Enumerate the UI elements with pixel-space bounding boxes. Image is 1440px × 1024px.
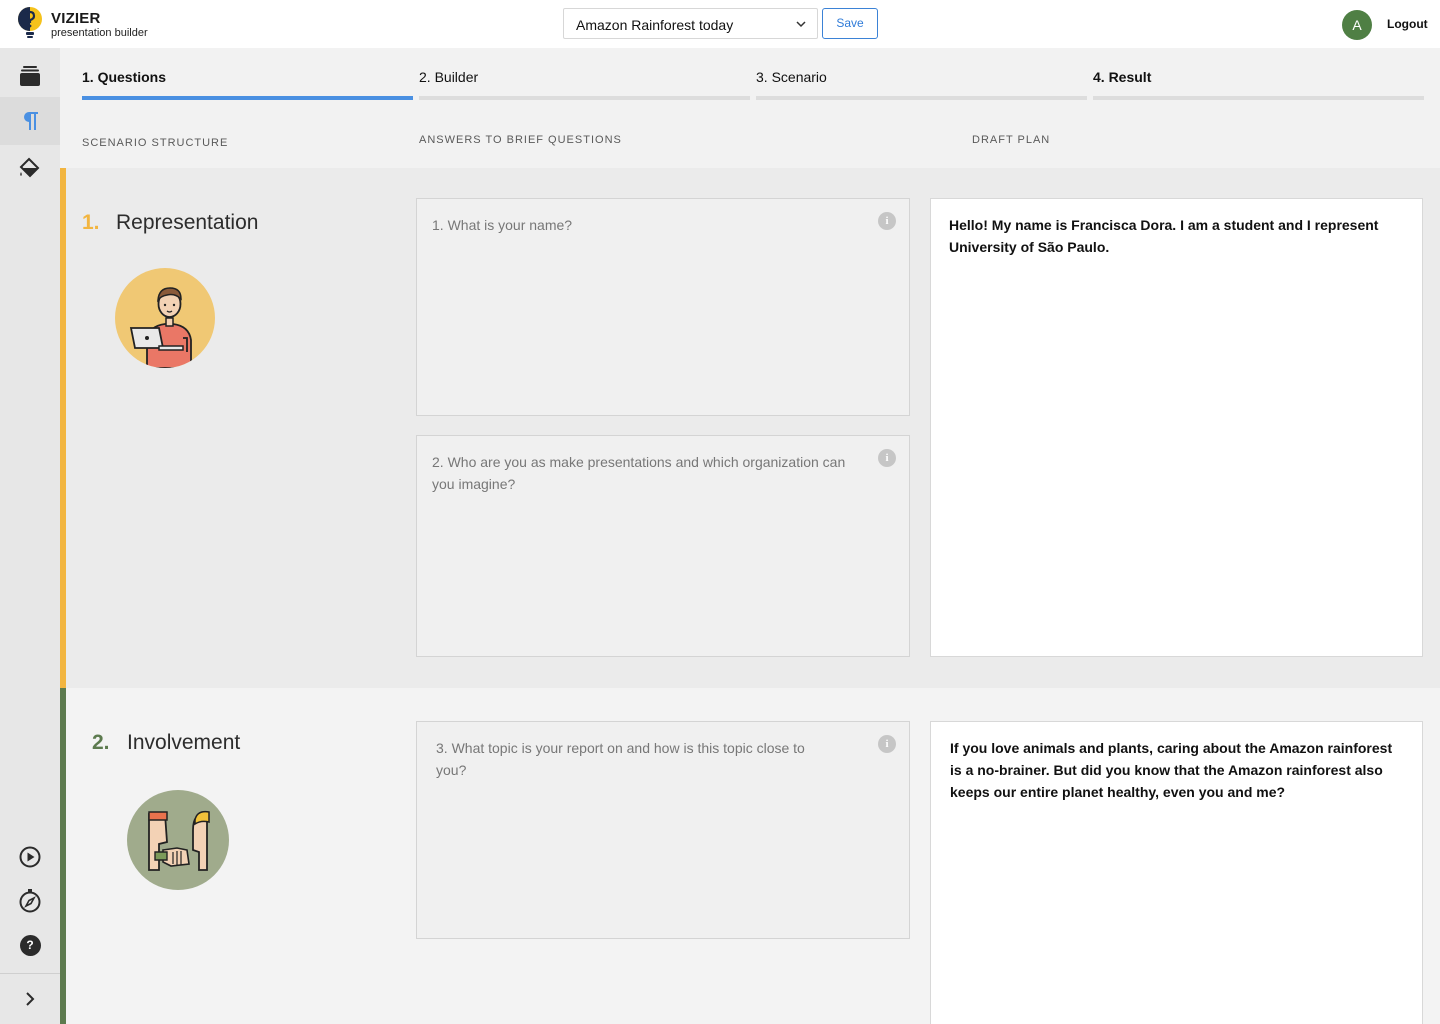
layers-icon [20,66,40,86]
section-representation: 1. Representation 1. What is your name? … [60,168,1440,688]
tab-label: 2. Builder [419,69,479,85]
chevron-right-icon [26,992,35,1006]
step-tabs: 1. Questions 2. Builder 3. Scenario 4. R… [60,48,1440,168]
info-icon[interactable]: i [878,449,896,467]
developer-illustration [115,268,215,368]
brand-subtitle: presentation builder [51,27,148,39]
person-laptop-icon [129,287,192,368]
section-title: Involvement [127,731,241,754]
draft-plan-text: If you love animals and plants, caring a… [950,740,1393,800]
sidebar-item-text[interactable] [0,97,60,145]
project-select-value: Amazon Rainforest today [576,17,734,33]
question-prompt: 1. What is your name? [432,217,573,233]
sidebar-item-play[interactable] [0,833,60,881]
sidebar-item-slides[interactable] [0,52,60,100]
column-header-draft: DRAFT PLAN [972,134,1051,146]
chevron-down-icon [796,21,806,28]
lightbulb-logo-icon[interactable] [16,6,44,40]
tab-questions[interactable]: 1. Questions [82,48,413,102]
tab-label: 3. Scenario [756,69,827,85]
question-prompt: 2. Who are you as make presentations and… [432,454,846,492]
column-header-structure: SCENARIO STRUCTURE [82,137,229,149]
tab-builder[interactable]: 2. Builder [419,48,750,102]
draft-plan-box[interactable]: Hello! My name is Francisca Dora. I am a… [930,198,1423,657]
question-answer-box[interactable]: 2. Who are you as make presentations and… [416,435,910,657]
tab-label: 1. Questions [82,69,167,85]
section-number: 1. [82,211,100,234]
sidebar-item-help[interactable]: ? [0,921,60,969]
tab-progress-bar [82,96,413,100]
paragraph-icon [24,112,38,130]
help-icon: ? [19,934,41,956]
question-answer-box[interactable]: 3. What topic is your report on and how … [416,721,910,939]
compass-icon [19,889,41,913]
sidebar-item-explore[interactable] [0,877,60,925]
logout-link[interactable]: Logout [1387,17,1428,31]
sidebar-item-style[interactable] [0,144,60,192]
project-select[interactable]: Amazon Rainforest today [563,8,818,39]
tab-result[interactable]: 4. Result [1093,48,1424,102]
section-title: Representation [116,211,259,234]
draft-plan-text: Hello! My name is Francisca Dora. I am a… [949,217,1379,255]
section-involvement: 2. Involvement 3. What topic is your rep… [60,688,1440,1024]
tab-progress-bar [1093,96,1424,100]
top-header: VIZIER presentation builder Amazon Rainf… [0,0,1440,48]
sidebar: ? [0,48,60,1024]
avatar[interactable]: A [1342,10,1372,40]
handshake-people-icon [148,810,210,871]
tab-progress-bar [419,96,750,100]
brand-name: VIZIER [51,10,101,27]
sidebar-divider [0,973,60,974]
handshake-illustration [127,790,229,890]
draft-plan-box[interactable]: If you love animals and plants, caring a… [930,721,1423,1024]
question-answer-box[interactable]: 1. What is your name? i [416,198,910,416]
play-icon [19,846,41,868]
question-prompt: 3. What topic is your report on and how … [436,740,805,778]
info-icon[interactable]: i [878,212,896,230]
column-header-answers: ANSWERS TO BRIEF QUESTIONS [419,134,622,146]
info-icon[interactable]: i [878,735,896,753]
tab-progress-bar [756,96,1087,100]
sidebar-expand-toggle[interactable] [0,975,60,1023]
save-button[interactable]: Save [822,8,878,39]
tab-scenario[interactable]: 3. Scenario [756,48,1087,102]
section-number: 2. [92,731,110,754]
paint-bucket-icon [19,157,40,178]
tab-label: 4. Result [1093,69,1152,85]
